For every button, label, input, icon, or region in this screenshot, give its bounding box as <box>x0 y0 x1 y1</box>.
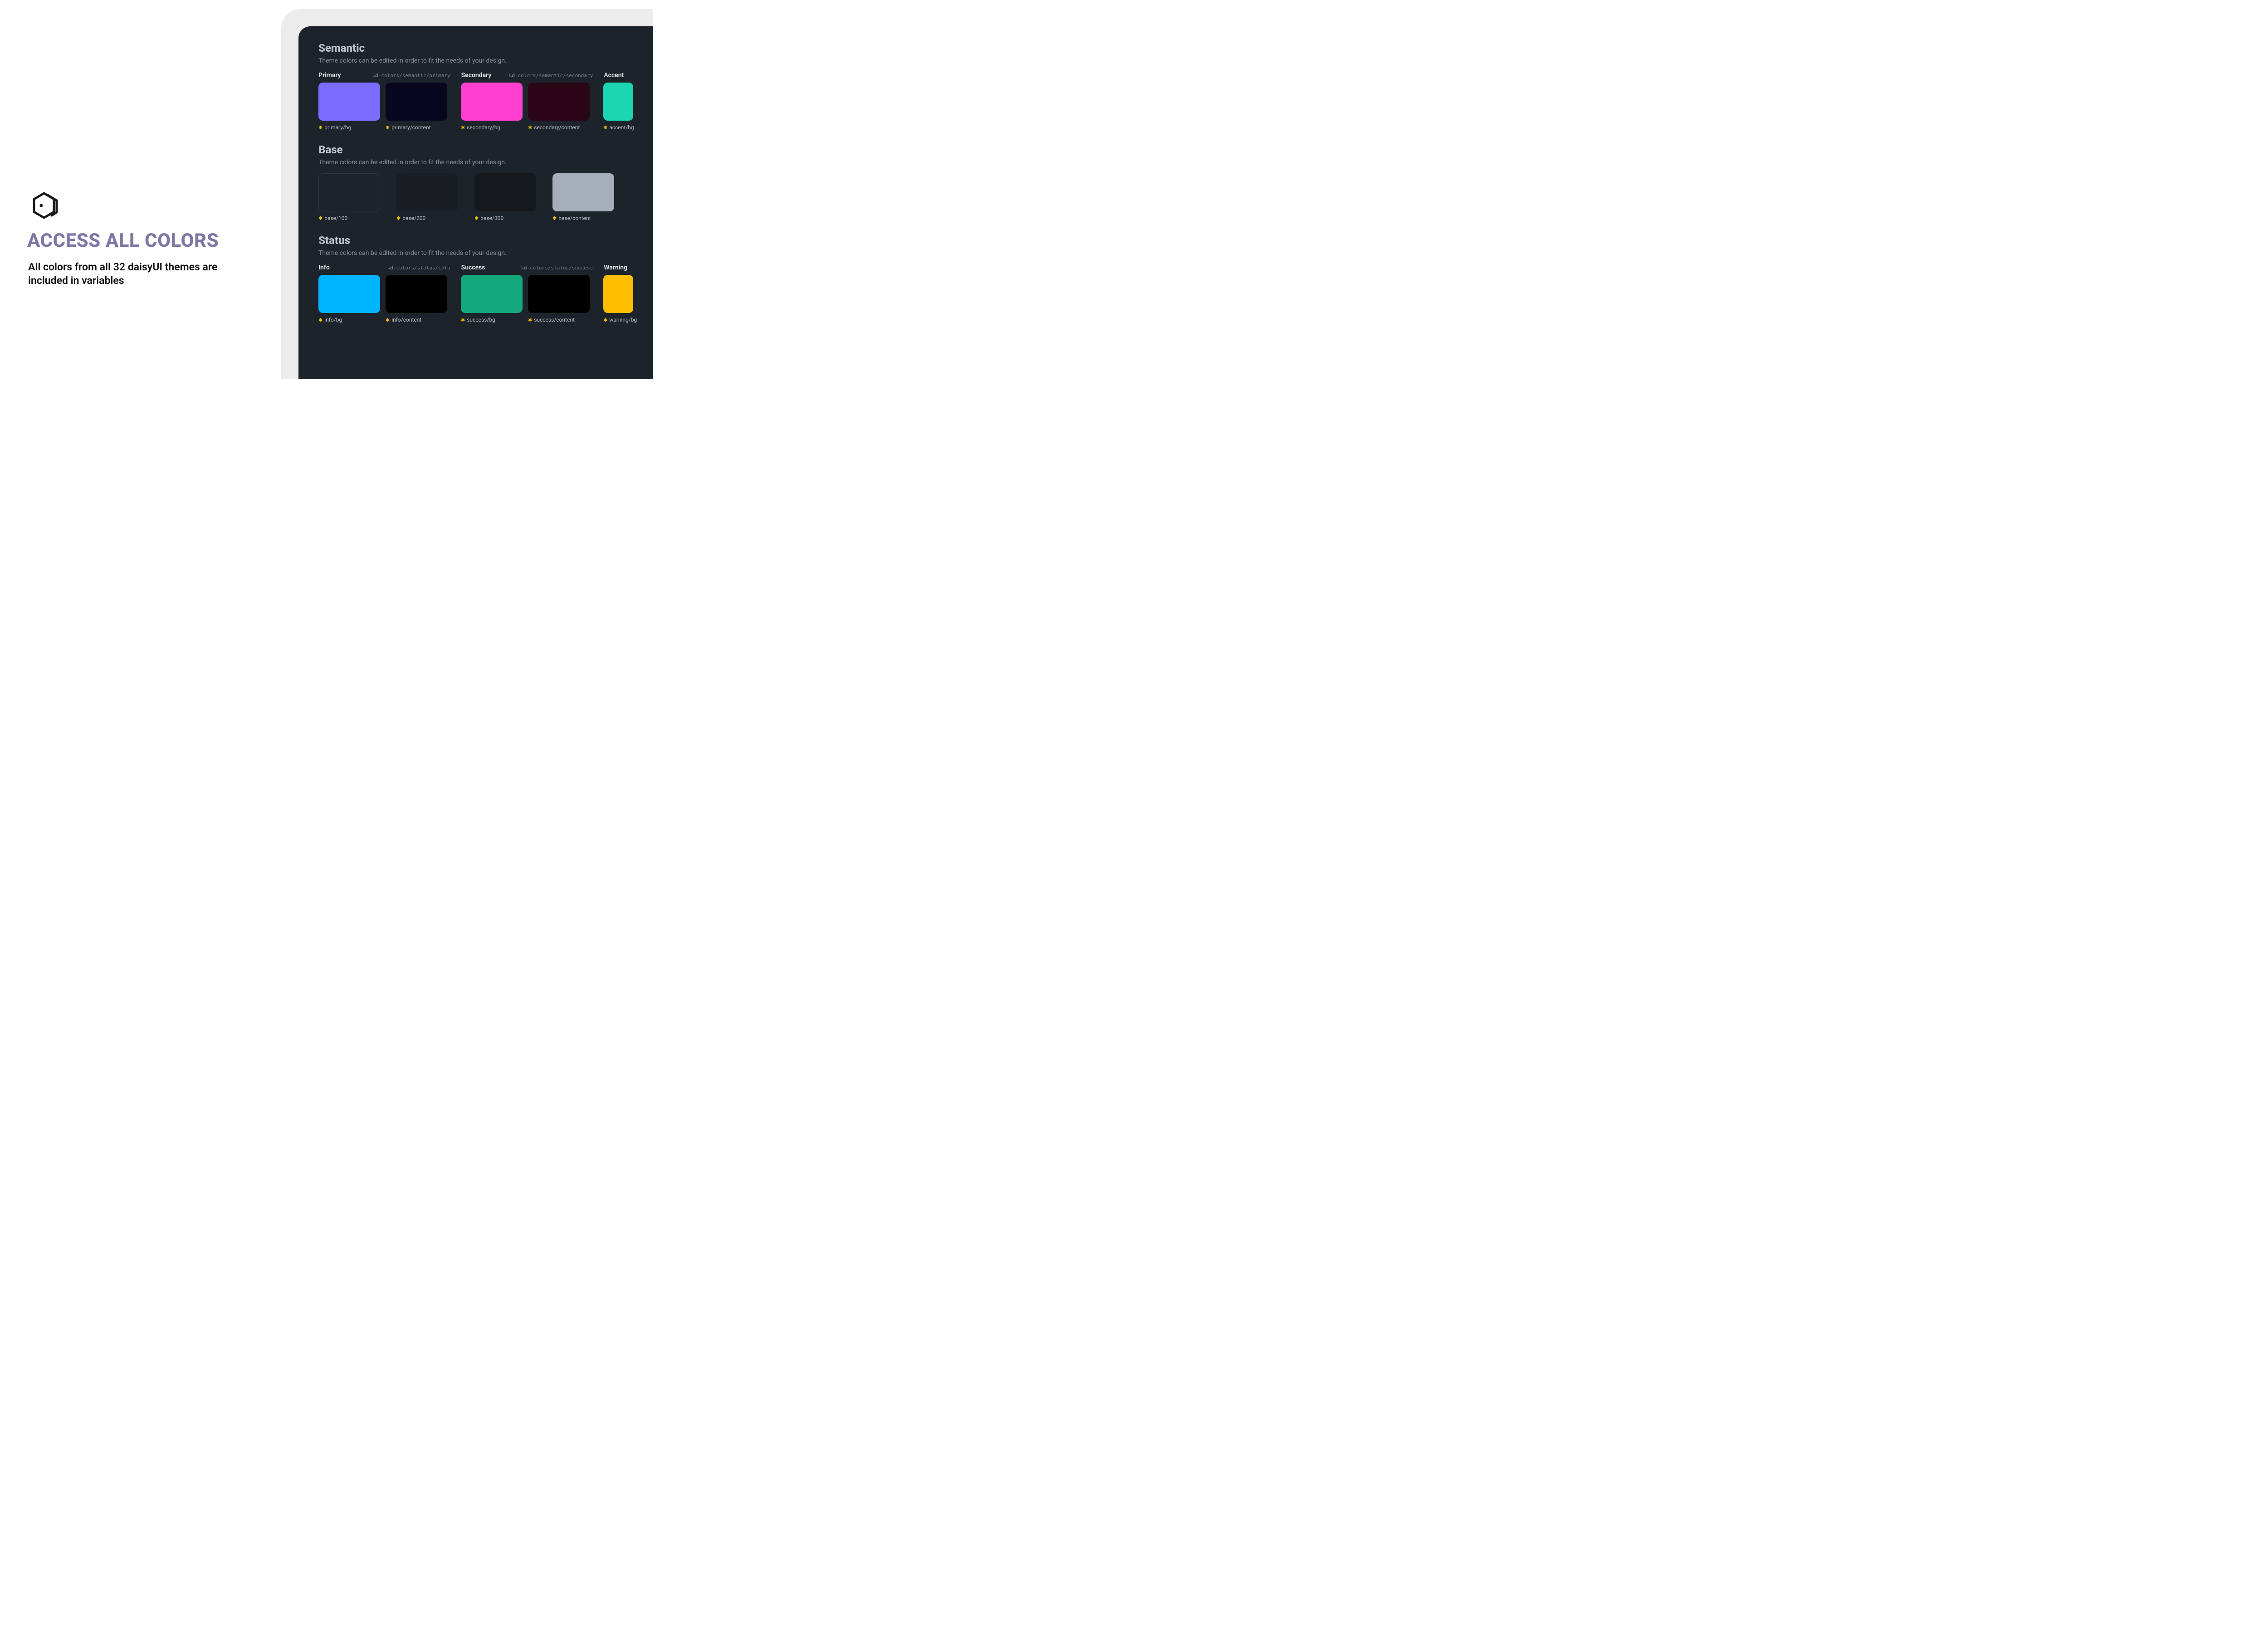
path-secondary: ↳d-colors/semantic/secondary <box>509 73 593 78</box>
token-secondary-bg: ✱secondary/bg <box>461 124 523 131</box>
gear-icon: ✱ <box>318 125 323 130</box>
gear-icon: ✱ <box>461 318 465 323</box>
showcase-frame: Semantic Theme colors can be edited in o… <box>281 9 653 379</box>
group-label-info: Info <box>318 264 330 271</box>
token-success-content: ✱success/content <box>528 317 590 323</box>
path-success: ↳d-colors/status/success <box>521 265 593 271</box>
gear-icon: ✱ <box>603 125 607 130</box>
gear-icon: ✱ <box>386 125 390 130</box>
token-accent-bg: ✱accent/bg <box>603 124 633 131</box>
gear-icon: ✱ <box>552 216 557 221</box>
swatch-base-100[interactable] <box>318 173 380 211</box>
gear-icon: ✱ <box>474 216 479 221</box>
hero-subhead: All colors from all 32 daisyUI themes ar… <box>28 260 246 288</box>
swatch-success-bg[interactable] <box>461 275 523 313</box>
section-title-status: Status <box>318 234 633 247</box>
section-sub-base: Theme colors can be edited in order to f… <box>318 159 633 166</box>
section-sub-semantic: Theme colors can be edited in order to f… <box>318 57 633 64</box>
token-info-bg: ✱info/bg <box>318 317 380 323</box>
swatch-secondary-content[interactable] <box>528 83 590 121</box>
hero-pane: ACCESS ALL COLORS All colors from all 32… <box>0 0 281 379</box>
token-base-100: ✱base/100 <box>318 215 380 221</box>
group-label-success: Success <box>461 264 485 271</box>
section-sub-status: Theme colors can be edited in order to f… <box>318 249 633 257</box>
path-info: ↳d-colors/status/info <box>387 265 450 271</box>
group-label-warning: Warning <box>604 264 627 271</box>
token-base-200: ✱base/200 <box>396 215 458 221</box>
section-title-semantic: Semantic <box>318 42 633 54</box>
gear-icon: ✱ <box>318 216 323 221</box>
swatch-warning-bg[interactable] <box>603 275 633 313</box>
token-info-content: ✱info/content <box>386 317 447 323</box>
token-secondary-content: ✱secondary/content <box>528 124 590 131</box>
gear-icon: ✱ <box>603 318 607 323</box>
group-label-accent: Accent <box>604 72 624 79</box>
swatch-secondary-bg[interactable] <box>461 83 523 121</box>
swatch-base-300[interactable] <box>474 173 536 211</box>
gear-icon: ✱ <box>528 125 532 130</box>
swatch-info-content[interactable] <box>386 275 447 313</box>
group-label-primary: Primary <box>318 72 341 79</box>
swatch-success-content[interactable] <box>528 275 590 313</box>
showcase-panel: Semantic Theme colors can be edited in o… <box>298 26 653 379</box>
swatch-accent-bg[interactable] <box>603 83 633 121</box>
token-primary-content: ✱primary/content <box>386 124 447 131</box>
swatch-primary-content[interactable] <box>386 83 447 121</box>
path-primary: ↳d-colors/semantic/primary <box>372 73 450 78</box>
swatch-primary-bg[interactable] <box>318 83 380 121</box>
swatch-base-content[interactable] <box>552 173 614 211</box>
hero-headline: ACCESS ALL COLORS <box>27 230 219 252</box>
daisyui-logo-icon <box>29 191 59 220</box>
token-base-content: ✱base/content <box>552 215 614 221</box>
token-primary-bg: ✱primary/bg <box>318 124 380 131</box>
section-title-base: Base <box>318 143 633 156</box>
swatch-base-200[interactable] <box>396 173 458 211</box>
gear-icon: ✱ <box>528 318 532 323</box>
gear-icon: ✱ <box>396 216 401 221</box>
token-base-300: ✱base/300 <box>474 215 536 221</box>
group-label-secondary: Secondary <box>461 72 492 79</box>
gear-icon: ✱ <box>461 125 465 130</box>
swatch-info-bg[interactable] <box>318 275 380 313</box>
token-warning-bg: ✱warning/bg <box>603 317 633 323</box>
gear-icon: ✱ <box>318 318 323 323</box>
token-success-bg: ✱success/bg <box>461 317 523 323</box>
gear-icon: ✱ <box>386 318 390 323</box>
